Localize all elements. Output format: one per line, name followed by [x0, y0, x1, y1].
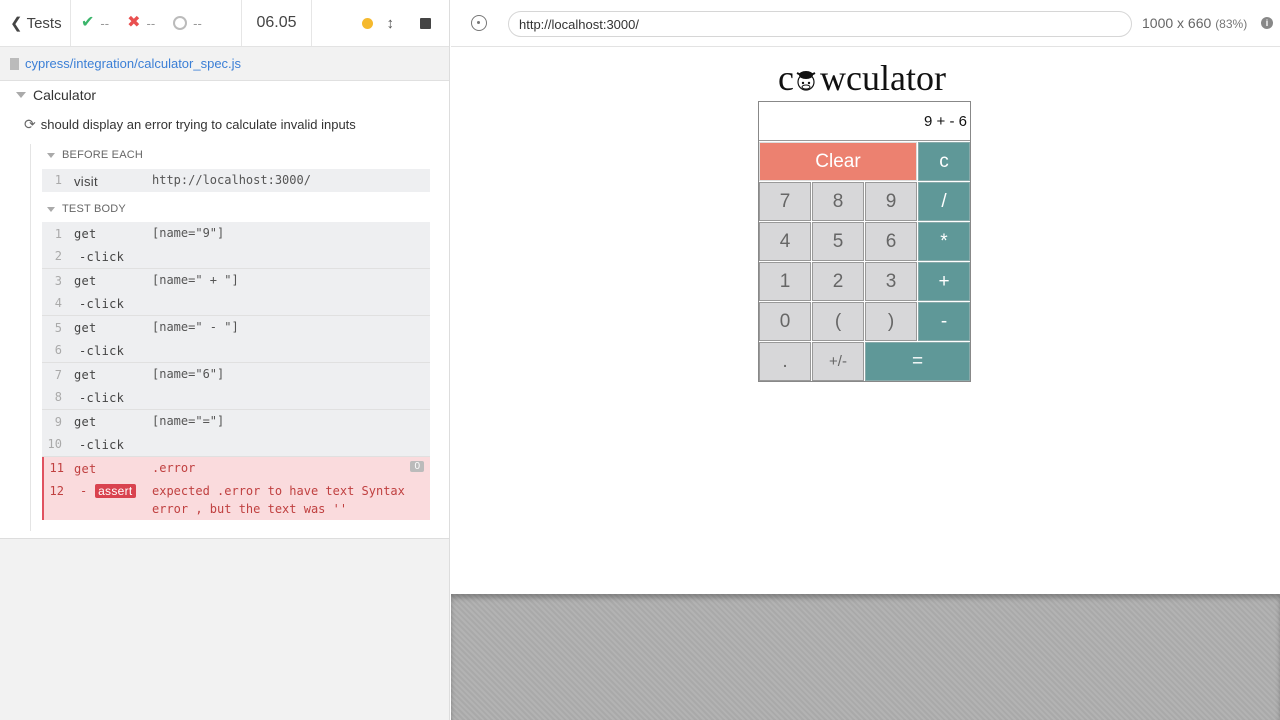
stop-icon[interactable] [420, 17, 431, 29]
calculator-display: 9 + - 6 [759, 102, 970, 141]
pending-count: -- [193, 15, 202, 31]
key-0[interactable]: 0 [759, 302, 811, 341]
add-button[interactable]: + [918, 262, 970, 301]
key-4[interactable]: 4 [759, 222, 811, 261]
tests-label: Tests [26, 14, 62, 32]
aut-header: http://localhost:3000/ 1000 x 660 (83%) … [451, 0, 1280, 47]
failed-stat[interactable]: ✖ -- [127, 15, 155, 31]
cow-icon [794, 59, 820, 91]
command-row[interactable]: 9 get [name="="] 10 -click [42, 410, 430, 457]
command-log-panel: ❮ Tests ✔ -- ✖ -- -- 06.05 ↕ cypress/int… [0, 0, 450, 720]
command-row[interactable]: 1 visit http://localhost:3000/ [42, 169, 430, 192]
viewport-size: 1000 x 660 [1142, 15, 1212, 31]
spec-file-bar: cypress/integration/calculator_spec.js [0, 47, 449, 81]
key-3[interactable]: 3 [865, 262, 917, 301]
duration: 06.05 [242, 0, 312, 46]
stats: ✔ -- ✖ -- -- [71, 0, 242, 46]
failed-command-row[interactable]: 11 get .error 0 12 - assert expected .er… [42, 457, 430, 520]
key-5[interactable]: 5 [812, 222, 864, 261]
command-row[interactable]: 5 get [name=" - "] 6 -click [42, 316, 430, 363]
assert-badge: assert [95, 484, 136, 498]
run-controls: ↕ [312, 0, 449, 46]
command-row[interactable]: 3 get [name=" + "] 4 -click [42, 269, 430, 316]
clear-button[interactable]: Clear [759, 142, 917, 181]
runnables: Calculator ⟳ should display an error try… [0, 81, 449, 539]
key-1[interactable]: 1 [759, 262, 811, 301]
before-each-hook-title[interactable]: BEFORE EACH [47, 149, 143, 161]
passed-stat[interactable]: ✔ -- [81, 15, 109, 31]
suite-title: Calculator [33, 87, 97, 103]
pending-stat[interactable]: -- [173, 16, 202, 31]
refresh-icon: ⟳ [24, 116, 36, 132]
caret-down-icon [47, 152, 55, 158]
key-9[interactable]: 9 [865, 182, 917, 221]
auto-scroll-icon[interactable]: ↕ [387, 15, 395, 32]
key-7[interactable]: 7 [759, 182, 811, 221]
right-paren-button[interactable]: ) [865, 302, 917, 341]
decimal-button[interactable]: . [759, 342, 811, 381]
assert-command: - assert [80, 484, 136, 498]
circle-icon [173, 16, 188, 30]
x-icon: ✖ [127, 14, 141, 31]
suite-title-row[interactable]: Calculator [16, 87, 96, 103]
calculator-title: c wculator [778, 58, 946, 98]
app-preview: http://localhost:3000/ 1000 x 660 (83%) … [451, 0, 1280, 720]
caret-down-icon [47, 206, 55, 212]
passed-count: -- [100, 15, 110, 31]
info-icon[interactable]: i [1261, 17, 1273, 29]
negate-button[interactable]: +/- [812, 342, 864, 381]
check-icon: ✔ [81, 14, 95, 31]
command-row[interactable]: 1 get [name="9"] 2 -click [42, 222, 430, 269]
spec-file-link[interactable]: cypress/integration/calculator_spec.js [25, 56, 241, 71]
url-field[interactable]: http://localhost:3000/ [508, 11, 1132, 37]
key-6[interactable]: 6 [865, 222, 917, 261]
tests-button[interactable]: ❮ Tests [0, 0, 71, 46]
test-title: should display an error trying to calcul… [40, 117, 356, 132]
viewport-background [451, 594, 1280, 720]
assertion-error-message: expected .error to have text Syntax erro… [152, 484, 405, 516]
multiply-button[interactable]: * [918, 222, 970, 261]
left-paren-button[interactable]: ( [812, 302, 864, 341]
command-list: BEFORE EACH 1 visit http://localhost:300… [30, 144, 430, 531]
key-2[interactable]: 2 [812, 262, 864, 301]
running-status-icon [361, 17, 373, 29]
reporter-header: ❮ Tests ✔ -- ✖ -- -- 06.05 ↕ [0, 0, 449, 47]
viewport-scale: (83%) [1215, 17, 1248, 31]
element-count-badge: 0 [410, 461, 424, 472]
caret-down-icon [16, 92, 26, 98]
failed-count: -- [146, 15, 156, 31]
test-title-row[interactable]: ⟳ should display an error trying to calc… [24, 116, 356, 133]
viewport-info: 1000 x 660 (83%) [1142, 15, 1247, 31]
key-8[interactable]: 8 [812, 182, 864, 221]
app-iframe: c wculator 9 + - 6 Clear c 7 8 9 / 4 5 6 … [451, 48, 1280, 594]
divide-button[interactable]: / [918, 182, 970, 221]
calculator: 9 + - 6 Clear c 7 8 9 / 4 5 6 * 1 2 3 + … [758, 101, 971, 382]
file-icon [10, 57, 19, 70]
equals-button[interactable]: = [865, 342, 970, 381]
subtract-button[interactable]: - [918, 302, 970, 341]
command-row[interactable]: 7 get [name="6"] 8 -click [42, 363, 430, 410]
c-button[interactable]: c [918, 142, 970, 181]
test-body-title[interactable]: TEST BODY [47, 203, 126, 215]
chevron-left-icon: ❮ [10, 15, 23, 32]
selector-playground-icon[interactable] [471, 15, 487, 31]
